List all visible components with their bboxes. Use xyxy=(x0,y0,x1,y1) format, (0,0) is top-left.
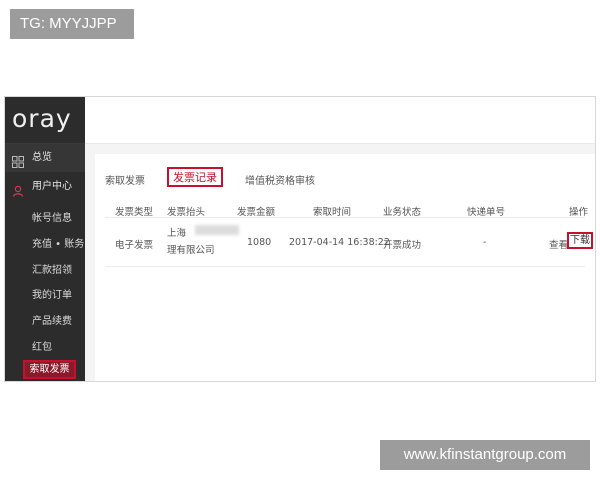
sidebar: oray 总览 用户中心 帐号信息 充值 • 账务 汇款招领 我的订单 产品续费… xyxy=(5,97,85,381)
invoice-amount: 1080 xyxy=(247,237,272,248)
column-header: 业务状态 xyxy=(383,207,422,218)
request-time: 2017-04-14 16:38:22 xyxy=(289,237,390,248)
tab-request-invoice[interactable]: 索取发票 xyxy=(105,172,145,187)
sidebar-item-recharge-billing[interactable]: 充值 • 账务 xyxy=(32,235,84,250)
invoice-title-line1: 上海 xyxy=(167,228,187,239)
oray-logo[interactable]: oray xyxy=(5,97,85,144)
user-icon xyxy=(12,181,24,197)
top-bar xyxy=(85,97,595,144)
download-link[interactable]: 下载 xyxy=(567,232,593,249)
redacted-text xyxy=(195,225,239,235)
tab-vat-qualification[interactable]: 增值税资格审核 xyxy=(245,172,315,187)
sidebar-item-product-renewal[interactable]: 产品续费 xyxy=(32,312,72,327)
sidebar-item-account-info[interactable]: 帐号信息 xyxy=(32,209,72,224)
column-header: 发票类型 xyxy=(115,207,154,218)
sidebar-item-label: 总览 xyxy=(32,152,52,163)
sidebar-item-my-orders[interactable]: 我的订单 xyxy=(32,286,72,301)
sidebar-item-overview[interactable]: 总览 xyxy=(5,144,85,172)
sidebar-item-request-invoice[interactable]: 索取发票 xyxy=(23,360,76,379)
sidebar-item-user-center[interactable]: 用户中心 xyxy=(5,173,85,201)
main-content: 索取发票 发票记录 增值税资格审核 发票类型 发票抬头 发票金额 索取时间 业务… xyxy=(85,144,595,381)
sidebar-item-label: 用户中心 xyxy=(32,181,72,192)
tracking-number: - xyxy=(483,237,487,248)
column-header: 操作 xyxy=(569,207,589,218)
grid-icon xyxy=(12,152,24,168)
column-header: 发票抬头 xyxy=(167,207,206,218)
tg-badge: TG: MYYJJPP xyxy=(10,9,134,39)
invoice-title-line2: 理有限公司 xyxy=(167,245,215,256)
sidebar-item-remittance-claim[interactable]: 汇款招领 xyxy=(32,261,72,276)
column-header: 发票金额 xyxy=(237,207,276,218)
status-text: 开票成功 xyxy=(383,240,422,251)
sidebar-item-red-packet[interactable]: 红包 xyxy=(32,338,52,353)
watermark: www.kfinstantgroup.com xyxy=(380,440,590,470)
invoice-type: 电子发票 xyxy=(115,240,154,251)
tab-invoice-records[interactable]: 发票记录 xyxy=(167,167,223,187)
column-header: 快递单号 xyxy=(467,207,506,218)
column-header: 索取时间 xyxy=(313,207,352,218)
table-header-divider xyxy=(105,217,585,218)
view-link[interactable]: 查看 xyxy=(549,237,568,251)
invoice-panel: 索取发票 发票记录 增值税资格审核 发票类型 发票抬头 发票金额 索取时间 业务… xyxy=(95,154,595,381)
app-window: oray 总览 用户中心 帐号信息 充值 • 账务 汇款招领 我的订单 产品续费… xyxy=(4,96,596,382)
table-row-divider xyxy=(105,266,585,267)
